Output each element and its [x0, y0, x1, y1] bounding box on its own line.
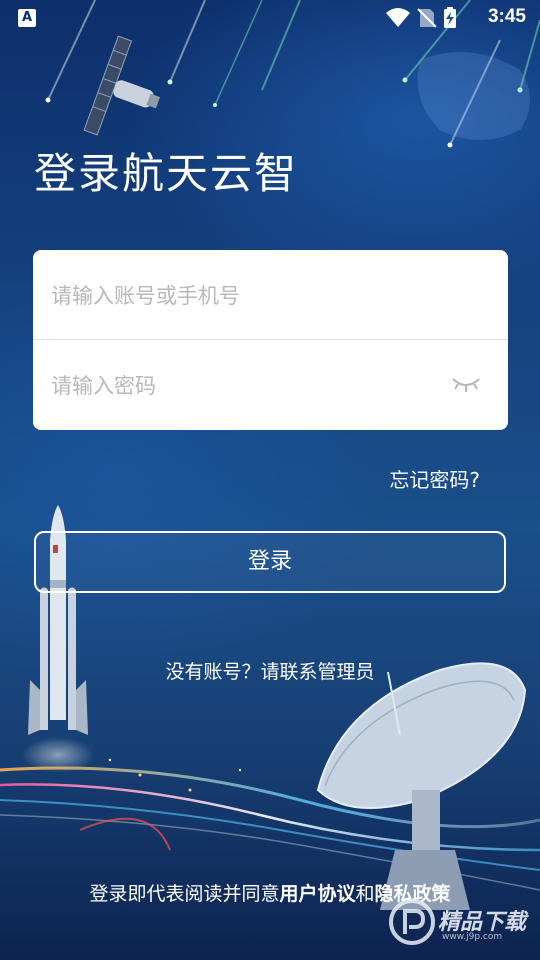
no-account-text: 没有账号？请联系管理员 [165, 661, 375, 683]
user-agreement-link[interactable]: 用户协议 [279, 883, 355, 905]
wifi-icon [386, 8, 410, 27]
login-button[interactable]: 登录 [34, 531, 506, 593]
login-screen: A 3:45 登录航天云智 请输入账号或手机号 忘记密码? 登录 没有账号？请联… [0, 0, 540, 960]
map-texture [417, 52, 530, 140]
eye-closed-icon[interactable] [450, 373, 482, 395]
watermark: 精品下载 www.j9p.com [386, 892, 536, 952]
forgot-password-link[interactable]: 忘记密码? [389, 464, 480, 493]
login-form-card [33, 250, 508, 430]
watermark-logo-icon [389, 899, 435, 945]
status-indicators [386, 7, 456, 28]
app-notification-icon: A [18, 9, 36, 27]
status-time: 3:45 [487, 6, 526, 27]
account-input[interactable] [49, 274, 443, 318]
password-field-row [33, 340, 508, 429]
agreement-conjunction: 和 [355, 883, 375, 905]
password-input[interactable] [49, 364, 443, 408]
satellite-illustration [83, 35, 160, 136]
no-sim-icon [417, 8, 437, 28]
battery-charging-icon [444, 7, 456, 28]
page-title: 登录航天云智 [34, 149, 299, 198]
status-bar: A 3:45 [0, 0, 540, 36]
radar-dish-illustration [316, 662, 527, 910]
watermark-url: www.j9p.com [442, 932, 503, 942]
agreement-prefix: 登录即代表阅读并同意 [89, 883, 280, 905]
account-field-row [33, 250, 508, 340]
